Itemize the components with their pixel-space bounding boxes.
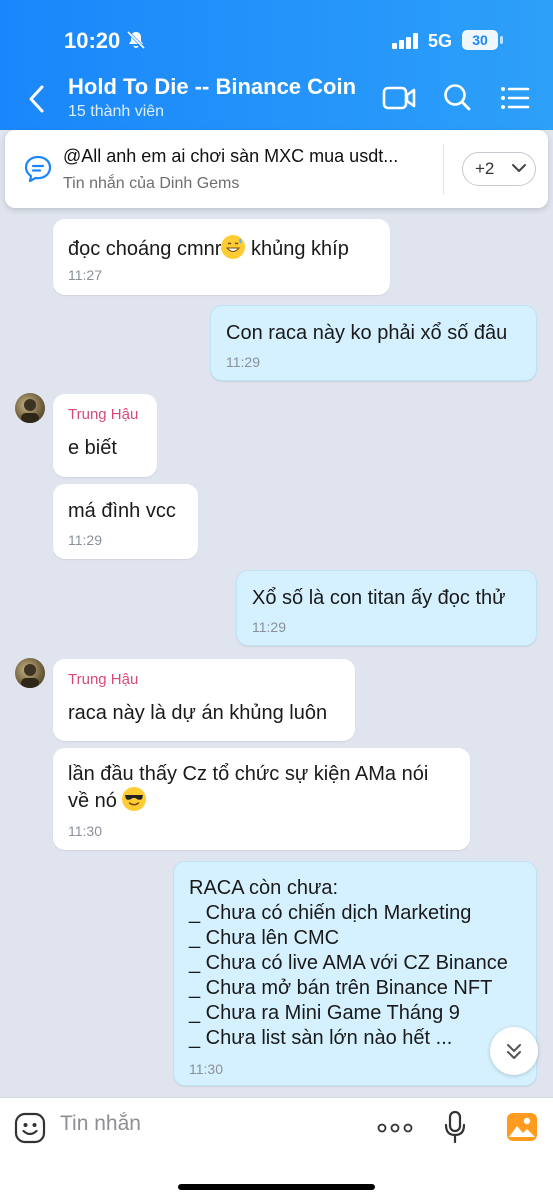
message-line: _ Chưa có live AMA với CZ Binance [189, 952, 508, 974]
message-line: _ Chưa mở bán trên Binance NFT [189, 977, 493, 999]
message-text: Xổ số là con titan ấy đọc thử [252, 587, 506, 609]
message-text-part: đọc choáng cmnr [68, 238, 222, 260]
battery-level: 30 [462, 30, 498, 50]
message-time: 11:27 [68, 267, 102, 283]
message-text: má đình vcc [68, 500, 176, 522]
message-bubble[interactable]: lần đầu thấy Cz tổ chức sự kiện AMa nói … [53, 748, 470, 850]
message-text-part: khủng khíp [245, 238, 349, 260]
message-time: 11:29 [252, 619, 286, 635]
message-line: _ Chưa list sàn lớn nào hết ... [189, 1027, 453, 1049]
message-bubble[interactable]: RACA còn chưa: _ Chưa có chiến dịch Mark… [173, 861, 537, 1086]
image-gallery-icon[interactable] [506, 1112, 538, 1142]
message-bubble[interactable]: Con raca này ko phải xổ số đâu 11:29 [210, 305, 537, 381]
pinned-message-text: @All anh em ai chơi sàn MXC mua usdt... [63, 146, 399, 166]
message-line: RACA còn chưa: [189, 877, 339, 899]
sender-name[interactable]: Trung Hậu [68, 671, 138, 688]
message-bubble[interactable]: Trung Hậu e biết [53, 394, 157, 477]
divider [443, 144, 444, 194]
message-input[interactable] [60, 1112, 360, 1136]
chat-bubble-icon [24, 155, 52, 183]
chat-title[interactable]: Hold To Die -- Binance Coin [68, 74, 356, 100]
sunglasses-emoji-icon [122, 787, 147, 811]
pinned-message-author: Tin nhắn của Dinh Gems [63, 175, 240, 192]
message-text: e biết [68, 437, 117, 459]
back-button[interactable] [22, 82, 52, 116]
message-time: 11:29 [226, 354, 260, 370]
pinned-message[interactable]: @All anh em ai chơi sàn MXC mua usdt... … [5, 130, 548, 208]
scroll-to-bottom-button[interactable] [490, 1027, 538, 1075]
more-options-icon[interactable] [377, 1118, 413, 1138]
message-line: _ Chưa lên CMC [189, 927, 340, 949]
chevron-down-icon [512, 164, 526, 172]
home-indicator [178, 1184, 375, 1190]
microphone-icon[interactable] [443, 1110, 467, 1144]
message-text: RACA còn chưa: _ Chưa có chiến dịch Mark… [189, 876, 508, 1051]
message-line: _ Chưa ra Mini Game Tháng 9 [189, 1002, 460, 1024]
chat-header: 10:20 5G 30 Hold To Die -- Binance Coin … [0, 0, 553, 130]
signal-icon [392, 33, 418, 49]
message-bubble[interactable]: đọc choáng cmnr khủng khíp 11:27 [53, 219, 390, 295]
message-text-part: về nó [68, 790, 123, 812]
message-line: về nó [68, 787, 428, 814]
network-type: 5G [428, 31, 453, 51]
list-menu-icon[interactable] [500, 84, 530, 112]
avatar[interactable] [15, 393, 45, 423]
message-text: lần đầu thấy Cz tổ chức sự kiện AMa nói … [68, 762, 428, 814]
battery-icon: 30 [462, 30, 503, 52]
grinning-sweat-emoji-icon [221, 235, 246, 259]
member-count[interactable]: 15 thành viên [68, 103, 164, 121]
video-call-icon[interactable] [382, 84, 416, 112]
more-pinned-button[interactable]: +2 [462, 152, 536, 186]
message-time: 11:30 [189, 1061, 223, 1077]
message-bubble[interactable]: má đình vcc 11:29 [53, 484, 198, 559]
battery-nub [500, 36, 503, 44]
avatar[interactable] [15, 658, 45, 688]
message-bubble[interactable]: Xổ số là con titan ấy đọc thử 11:29 [236, 570, 537, 646]
sticker-icon[interactable] [14, 1112, 46, 1144]
message-text: đọc choáng cmnr khủng khíp [68, 235, 349, 261]
message-time: 11:29 [68, 532, 102, 548]
double-chevron-down-icon [507, 1044, 521, 1059]
message-bubble[interactable]: Trung Hậu raca này là dự án khủng luôn [53, 659, 355, 741]
message-text: Con raca này ko phải xổ số đâu [226, 322, 508, 344]
sender-name[interactable]: Trung Hậu [68, 406, 138, 423]
status-time: 10:20 [64, 28, 121, 53]
message-line: lần đầu thấy Cz tổ chức sự kiện AMa nói [68, 763, 429, 785]
message-text: raca này là dự án khủng luôn [68, 702, 328, 724]
more-pinned-count: +2 [475, 159, 495, 178]
bell-muted-icon [126, 30, 146, 50]
message-line: _ Chưa có chiến dịch Marketing [189, 902, 472, 924]
message-time: 11:30 [68, 823, 102, 839]
search-icon[interactable] [442, 82, 472, 112]
